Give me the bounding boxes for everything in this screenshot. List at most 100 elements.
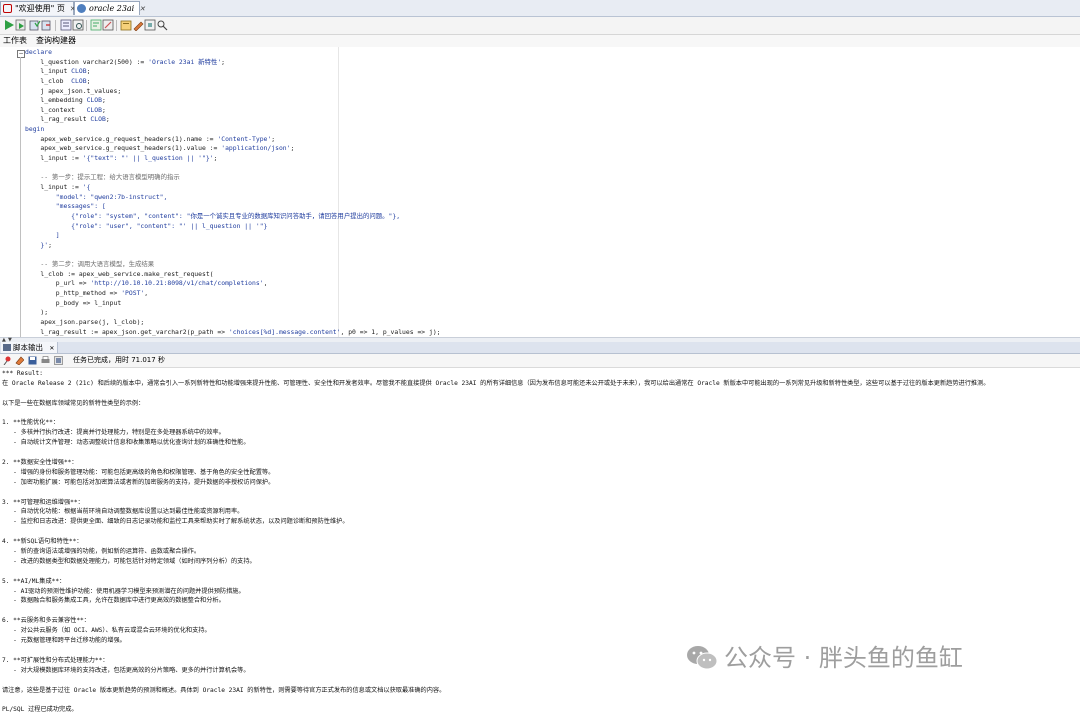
code-token: l_input — [25, 67, 72, 76]
pin-icon[interactable] — [3, 356, 12, 366]
code-token: 'application/json' — [221, 144, 291, 153]
code-token: {"role": "system", "content": "你是一个诚实且专业… — [25, 211, 401, 220]
code-token: ; — [105, 115, 110, 124]
output-line: - 加密功能扩展：可能包括对加密算法或者新的加密服务的支持，提升数据的非授权访问… — [2, 478, 275, 486]
code-token: l_input := — [25, 182, 83, 191]
tab-script-output[interactable]: 脚本输出 ✕ — [1, 342, 59, 353]
code-token: apex_web_service.g_request_headers(1).na… — [25, 134, 218, 143]
eraser-icon[interactable] — [15, 356, 25, 366]
code-token: 'choices[%d].message.content' — [228, 327, 341, 336]
code-line: p_body => l_input — [25, 299, 441, 309]
close-icon[interactable]: ✕ — [139, 5, 145, 13]
code-line: apex_json.parse(j, l_clob); — [25, 318, 441, 328]
output-tab-bar: 脚本输出 ✕ — [0, 342, 1080, 354]
close-icon[interactable]: ✕ — [49, 345, 54, 352]
code-token: "messages": [ — [25, 202, 106, 211]
output-line: 5. **AI/ML集成**： — [2, 577, 66, 585]
output-line: - 监控和日志改进：提供更全面、细致的日志记录功能和监控工具来帮助实时了解系统状… — [2, 518, 349, 526]
code-line: {"role": "user", "content": "' || l_ques… — [25, 222, 441, 232]
code-token: '{ — [82, 182, 91, 191]
code-token: 'Oracle 23ai 新特性' — [148, 57, 222, 66]
code-line: ); — [25, 308, 441, 318]
code-token: 'http://10.10.10.21:8098/v1/chat/complet… — [90, 279, 264, 288]
output-line: 以下是一些在数据库领域常见的新特性类型的示例： — [2, 399, 145, 407]
code-token: CLOB — [71, 67, 87, 76]
history-icon[interactable] — [120, 19, 132, 31]
tab-query-builder[interactable]: 查询构建器 — [34, 35, 78, 47]
code-token: p_body => l_input — [25, 298, 122, 307]
code-token: -- 第一步：提示工程：给大语言模型明确的指示 — [25, 173, 180, 182]
output-line: - 对公共云服务（如 OCI、AWS）、私有云或混合云环境的优化和支持。 — [2, 627, 211, 635]
watermark-text: 公众号 · 胖头鱼的鱼缸 — [724, 644, 963, 672]
output-line: 6. **云服务和多云兼容性**： — [2, 617, 90, 625]
worksheet-toolbar — [0, 17, 1080, 35]
explain-plan-icon[interactable] — [90, 19, 102, 31]
output-line: - 增强的身份和服务管理功能：可能包括更高级的角色和权限管理、基于角色的安全性配… — [2, 468, 275, 476]
code-line: -- 第二步：调用大语言模型，生成结果 — [25, 260, 441, 270]
code-token: l_embedding — [25, 96, 87, 105]
code-line: l_input := '{ — [25, 183, 441, 193]
run-statement-icon[interactable] — [3, 19, 15, 31]
code-line: l_question varchar2(500) := 'Oracle 23ai… — [25, 58, 441, 68]
tab-label: oracle 23ai — [89, 4, 135, 13]
code-line: l_context CLOB; — [25, 106, 441, 116]
code-token: 'Content-Type' — [217, 134, 272, 143]
unshared-sql-icon[interactable] — [144, 19, 156, 31]
code-token: ; — [86, 76, 91, 85]
export-icon[interactable] — [54, 356, 63, 365]
output-line: 1. **性能优化**： — [2, 419, 60, 427]
code-line: p_url => 'http://10.10.10.21:8098/v1/cha… — [25, 279, 441, 289]
find-icon[interactable] — [156, 19, 168, 31]
code-line: l_input CLOB; — [25, 67, 441, 77]
commit-icon[interactable] — [29, 19, 41, 31]
output-line: PL/SQL 过程已成功完成。 — [2, 706, 78, 714]
oracle-logo-icon — [3, 4, 12, 13]
output-line: - 多核并行执行改进：提高并行处理能力，特别是在多处理器系统中的效率。 — [2, 429, 225, 437]
output-line: - 改进的数据类型和数据处理能力，可能包括针对特定领域（如时间序列分析）的支持。 — [2, 557, 256, 565]
fold-toggle-icon[interactable]: − — [17, 50, 25, 58]
rollback-icon[interactable] — [41, 19, 53, 31]
code-line: l_embedding CLOB; — [25, 96, 441, 106]
output-line: 3. **可管理和运维增强**： — [2, 498, 84, 506]
tab-sql-worksheet[interactable]: oracle 23ai ✕ — [74, 1, 145, 15]
code-token: p_http_method => — [25, 289, 122, 298]
code-token: ; — [86, 67, 91, 76]
run-script-icon[interactable] — [15, 19, 27, 31]
code-content[interactable]: declare l_question varchar2(500) := 'Ora… — [25, 48, 441, 337]
output-line: - 数据融合和服务集成工具，允许在数据库中进行更高效的数据整合和分析。 — [2, 597, 225, 605]
save-icon[interactable] — [28, 356, 37, 365]
code-token: CLOB — [71, 76, 87, 85]
code-token: '{"text": "' || l_question || '"}' — [82, 154, 214, 163]
sql-editor[interactable]: − declare l_question varchar2(500) := 'O… — [0, 47, 1080, 337]
code-line: j apex_json.t_values; — [25, 87, 441, 97]
tab-worksheet[interactable]: 工作表 — [1, 35, 29, 47]
format-icon[interactable] — [132, 19, 144, 32]
code-line: apex_web_service.g_request_headers(1).na… — [25, 135, 441, 145]
tab-label: 脚本输出 — [13, 343, 43, 352]
code-token: 'POST' — [121, 289, 145, 298]
output-line: 2. **数据安全性增强**： — [2, 459, 78, 467]
output-toolbar: 任务已完成，用时 71.017 秒 — [0, 354, 1080, 368]
code-token: l_clob := apex_web_service.make_rest_req… — [25, 269, 214, 278]
code-token: ; — [101, 105, 106, 114]
code-line: l_clob CLOB; — [25, 77, 441, 87]
print-icon[interactable] — [41, 356, 50, 365]
code-line: }'; — [25, 241, 441, 251]
fold-guide — [20, 57, 21, 337]
clear-icon[interactable] — [102, 19, 114, 31]
code-token: -- 第二步：调用大语言模型，生成结果 — [25, 260, 155, 269]
sql-tuning-icon[interactable] — [60, 19, 72, 31]
code-token: p_url => — [25, 279, 91, 288]
tab-welcome-page[interactable]: "欢迎使用" 页 ✕ — [0, 1, 76, 15]
code-token: CLOB — [86, 105, 102, 114]
code-line: -- 第一步：提示工程：给大语言模型明确的指示 — [25, 173, 441, 183]
code-token: , — [263, 279, 268, 288]
output-line: *** Result: — [2, 370, 43, 377]
autotrace-icon[interactable] — [72, 19, 84, 31]
